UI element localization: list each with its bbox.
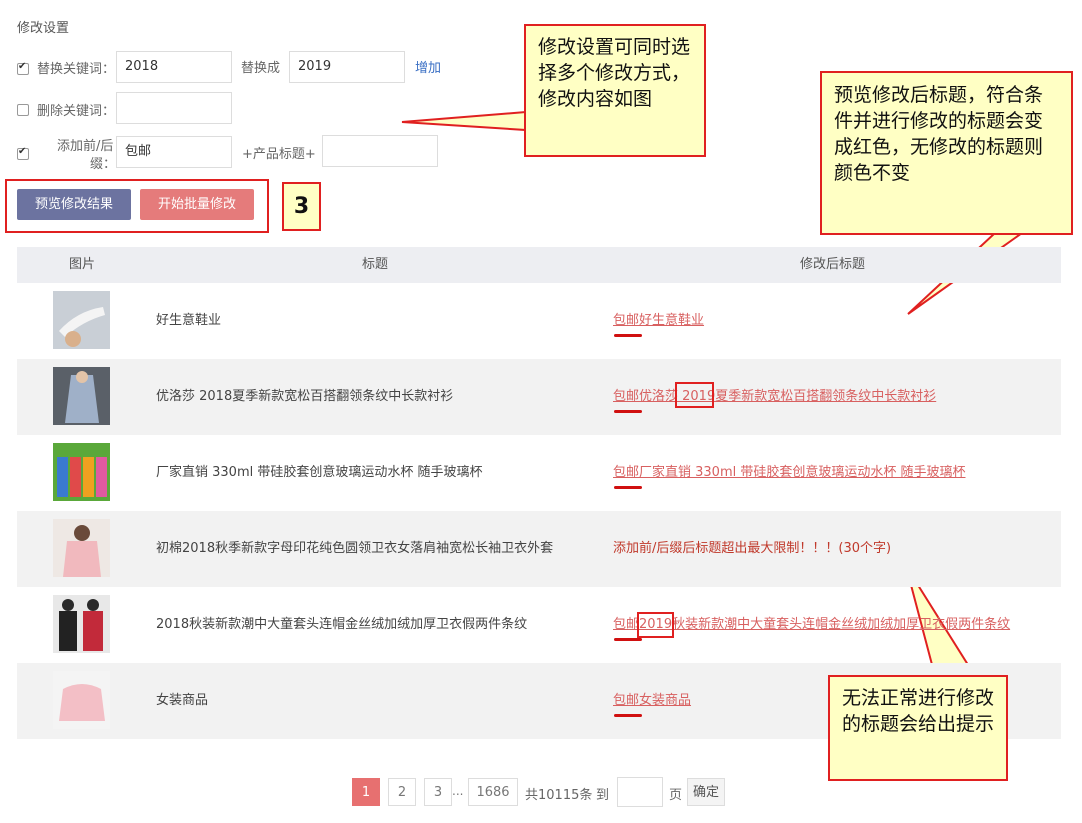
prefix-underline-mark bbox=[614, 714, 642, 717]
row-warning: 添加前/后缀后标题超出最大限制！！！(30个字) bbox=[613, 541, 892, 556]
pagination-total: 共10115条 bbox=[525, 788, 593, 803]
row-new-title: 包邮优洛莎 2019夏季新款宽松百搭翻领条纹中长款衬衫 bbox=[613, 389, 937, 404]
header-new-title: 修改后标题 bbox=[800, 257, 866, 272]
page-button-1[interactable]: 1 bbox=[352, 778, 380, 806]
preview-callout: 预览修改后标题，符合条件并进行修改的标题会变成红色，无修改的标题则颜色不变 bbox=[820, 71, 1073, 235]
table-row: 厂家直销 330ml 带硅胶套创意玻璃运动水杯 随手玻璃杯 包邮厂家直销 330… bbox=[17, 435, 1061, 511]
prefix-underline-mark bbox=[614, 638, 642, 641]
page-button-2[interactable]: 2 bbox=[388, 778, 416, 806]
row-title: 初棉2018秋季新款字母印花纯色圆领卫衣女落肩袖宽松长袖卫衣外套 bbox=[156, 541, 554, 556]
row-title: 厂家直销 330ml 带硅胶套创意玻璃运动水杯 随手玻璃杯 bbox=[156, 465, 483, 480]
product-image bbox=[53, 519, 110, 577]
product-image bbox=[53, 595, 110, 653]
table-row: 初棉2018秋季新款字母印花纯色圆领卫衣女落肩袖宽松长袖卫衣外套 添加前/后缀后… bbox=[17, 511, 1061, 587]
row-new-title: 包邮厂家直销 330ml 带硅胶套创意玻璃运动水杯 随手玻璃杯 bbox=[613, 465, 966, 480]
pagination-goto-label: 到 bbox=[596, 788, 610, 803]
row-title: 女装商品 bbox=[156, 693, 209, 708]
pagination-page-unit: 页 bbox=[669, 788, 683, 803]
table-row: 好生意鞋业 包邮好生意鞋业 bbox=[17, 283, 1061, 359]
row-title: 好生意鞋业 bbox=[156, 313, 222, 328]
prefix-underline-mark bbox=[614, 486, 642, 489]
product-image bbox=[53, 367, 110, 425]
row-title: 优洛莎 2018夏季新款宽松百搭翻领条纹中长款衬衫 bbox=[156, 389, 454, 404]
row-title: 2018秋装新款潮中大童套头连帽金丝绒加绒加厚卫衣假两件条纹 bbox=[156, 617, 528, 632]
prefix-underline-mark bbox=[614, 410, 642, 413]
settings-callout-pointer bbox=[401, 110, 527, 132]
table-row: 2018秋装新款潮中大童套头连帽金丝绒加绒加厚卫衣假两件条纹 包邮2019秋装新… bbox=[17, 587, 1061, 663]
error-callout: 无法正常进行修改的标题会给出提示 bbox=[828, 675, 1008, 781]
replaced-keyword-highlight bbox=[637, 612, 674, 638]
page-confirm-button[interactable]: 确定 bbox=[687, 778, 725, 806]
replaced-keyword-highlight bbox=[675, 382, 714, 408]
page-button-3[interactable]: 3 bbox=[424, 778, 452, 806]
prefix-underline-mark bbox=[614, 334, 642, 337]
product-image bbox=[53, 443, 110, 501]
product-image bbox=[53, 671, 110, 729]
page-button-last[interactable]: 1686 bbox=[468, 778, 518, 806]
row-new-title: 包邮好生意鞋业 bbox=[613, 313, 705, 328]
table-header: 图片 标题 修改后标题 bbox=[17, 247, 1061, 283]
row-new-title: 包邮女装商品 bbox=[613, 693, 692, 708]
header-title: 标题 bbox=[362, 257, 389, 272]
product-image bbox=[53, 291, 110, 349]
table-row: 优洛莎 2018夏季新款宽松百搭翻领条纹中长款衬衫 包邮优洛莎 2019夏季新款… bbox=[17, 359, 1061, 435]
pagination-ellipsis: ... bbox=[452, 784, 464, 798]
settings-callout: 修改设置可同时选择多个修改方式，修改内容如图 bbox=[524, 24, 706, 157]
page-jump-input[interactable] bbox=[617, 777, 663, 807]
header-image: 图片 bbox=[69, 257, 96, 272]
